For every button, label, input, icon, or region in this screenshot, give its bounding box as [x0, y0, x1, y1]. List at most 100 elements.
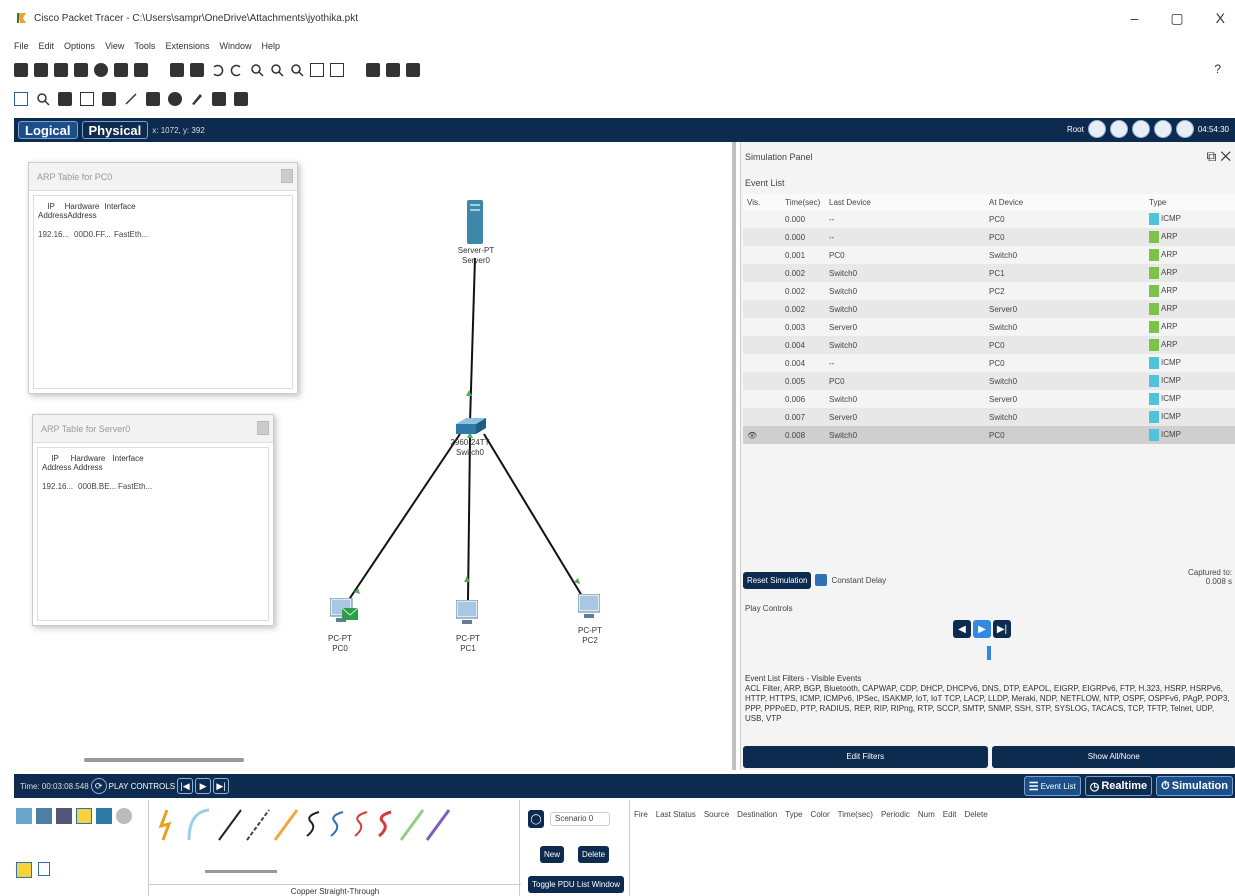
menu-window[interactable]: Window — [219, 41, 251, 51]
draw-ellipse-icon[interactable] — [168, 92, 182, 106]
capture-forward-button[interactable]: ▶| — [993, 620, 1011, 638]
inspect-icon[interactable] — [36, 92, 50, 106]
delete-scenario-button[interactable]: Delete — [578, 846, 610, 863]
event-row[interactable]: 0.007 Server0 Switch0 ICMP — [743, 408, 1235, 426]
menu-view[interactable]: View — [105, 41, 124, 51]
menu-options[interactable]: Options — [64, 41, 95, 51]
clock-icon[interactable] — [1175, 120, 1194, 138]
help-icon[interactable]: ? — [1214, 62, 1221, 76]
zoom-in-icon[interactable] — [250, 63, 264, 77]
pdu-icon[interactable] — [386, 63, 400, 77]
pc0-icon[interactable] — [330, 598, 360, 630]
navigation-icon[interactable] — [1131, 120, 1150, 138]
panel-undock-close-icon[interactable]: ⧉ ✕ — [1206, 148, 1231, 165]
logical-tab[interactable]: Logical — [18, 121, 78, 139]
drawing-palette-icon[interactable] — [310, 63, 324, 77]
arp-table-server0-window[interactable]: ARP Table for Server0 IP Address Hardwar… — [32, 414, 274, 626]
menu-tools[interactable]: Tools — [134, 41, 155, 51]
open-file-icon[interactable] — [34, 63, 48, 77]
freeform-icon[interactable] — [190, 92, 204, 106]
event-row[interactable]: 0.006 Switch0 Server0 ICMP — [743, 390, 1235, 408]
event-row[interactable]: 0.002 Switch0 Server0 ARP — [743, 300, 1235, 318]
menu-file[interactable]: File — [14, 41, 29, 51]
paste-icon[interactable] — [190, 63, 204, 77]
scenario-info-icon[interactable]: ◯ — [528, 810, 544, 828]
save-as-icon[interactable] — [74, 63, 88, 77]
col-type[interactable]: Type — [1145, 194, 1235, 210]
event-row[interactable]: 0.005 PC0 Switch0 ICMP — [743, 372, 1235, 390]
end-devices-icon[interactable] — [36, 808, 52, 824]
physical-tab[interactable]: Physical — [81, 121, 149, 139]
connections-icon[interactable] — [76, 808, 92, 824]
note-icon[interactable] — [102, 92, 116, 106]
workspace-horizontal-scrollbar[interactable] — [84, 758, 244, 762]
col-time[interactable]: Time(sec) — [781, 194, 825, 210]
bar-back-button[interactable]: |◀ — [177, 778, 194, 794]
multiuser-icon[interactable] — [116, 808, 132, 824]
save-icon[interactable] — [54, 63, 68, 77]
close-button[interactable]: X — [1216, 10, 1225, 27]
simulation-tab[interactable]: ⏱ Simulation — [1156, 776, 1233, 796]
draw-rectangle-icon[interactable] — [146, 92, 160, 106]
constant-delay-checkbox[interactable] — [815, 574, 828, 586]
activity-icon[interactable] — [134, 63, 148, 77]
arp-server0-close-button[interactable] — [257, 421, 269, 435]
print-icon[interactable] — [114, 63, 128, 77]
network-devices-icon[interactable] — [16, 808, 32, 824]
event-row[interactable]: 👁 0.008 Switch0 PC0 ICMP — [743, 426, 1235, 444]
activity-wizard-icon[interactable] — [94, 63, 108, 77]
event-row[interactable]: 0.000 -- PC0 ARP — [743, 228, 1235, 246]
event-row[interactable]: 0.001 PC0 Switch0 ARP — [743, 246, 1235, 264]
environment-icon[interactable] — [1153, 120, 1172, 138]
pc2-icon[interactable] — [578, 594, 600, 622]
event-row[interactable]: 0.002 Switch0 PC2 ARP — [743, 282, 1235, 300]
redo-icon[interactable] — [230, 63, 244, 77]
bar-play-button[interactable]: ▶ — [195, 778, 212, 794]
pc1-icon[interactable] — [456, 600, 478, 628]
event-row[interactable]: 0.004 -- PC0 ICMP — [743, 354, 1235, 372]
undo-icon[interactable] — [210, 63, 224, 77]
col-vis[interactable]: Vis. — [743, 194, 781, 210]
cable-palette[interactable] — [157, 808, 457, 842]
cluster-icon[interactable] — [366, 63, 380, 77]
fiber-subtype-icon[interactable] — [38, 862, 50, 876]
connections-subtype-icon[interactable] — [16, 862, 32, 878]
bar-forward-button[interactable]: ▶| — [213, 778, 230, 794]
server-icon[interactable] — [467, 200, 483, 244]
reset-simulation-button[interactable]: Reset Simulation — [743, 571, 812, 589]
play-button[interactable]: ▶ — [973, 620, 991, 638]
minimize-button[interactable]: – — [1131, 10, 1139, 27]
delete-icon[interactable] — [58, 92, 72, 106]
zoom-reset-icon[interactable] — [270, 63, 284, 77]
draw-line-icon[interactable] — [124, 92, 138, 106]
components-icon[interactable] — [56, 808, 72, 824]
new-file-icon[interactable] — [14, 63, 28, 77]
event-list-toggle[interactable]: ☰ Event List — [1023, 776, 1081, 796]
menu-extensions[interactable]: Extensions — [165, 41, 209, 51]
event-row[interactable]: 0.000 -- PC0 ICMP — [743, 210, 1235, 228]
viewport-icon[interactable] — [1109, 120, 1128, 138]
arp-pc0-close-button[interactable] — [281, 169, 293, 183]
play-speed-slider[interactable] — [987, 646, 991, 660]
resize-icon[interactable] — [80, 92, 94, 106]
scenario-select[interactable]: Scenario 0 — [550, 812, 610, 826]
event-row[interactable]: 0.003 Server0 Switch0 ARP — [743, 318, 1235, 336]
set-tiled-background-icon[interactable] — [1087, 120, 1106, 138]
misc-icon[interactable] — [96, 808, 112, 824]
copy-icon[interactable] — [170, 63, 184, 77]
logical-workspace[interactable]: ARP Table for PC0 IP Address Hardware Ad… — [14, 142, 736, 770]
col-last-device[interactable]: Last Device — [825, 194, 985, 210]
cable-scrollbar[interactable] — [205, 870, 277, 873]
menu-edit[interactable]: Edit — [39, 41, 55, 51]
viewport-icon[interactable] — [406, 63, 420, 77]
event-row[interactable]: 0.002 Switch0 PC1 ARP — [743, 264, 1235, 282]
zoom-out-icon[interactable] — [290, 63, 304, 77]
arp-table-pc0-window[interactable]: ARP Table for PC0 IP Address Hardware Ad… — [28, 162, 298, 394]
edit-filters-button[interactable]: Edit Filters — [743, 746, 988, 768]
new-scenario-button[interactable]: New — [540, 846, 565, 863]
add-complex-pdu-icon[interactable] — [234, 92, 248, 106]
back-button[interactable]: ◀ — [953, 620, 971, 638]
maximize-button[interactable]: ▢ — [1170, 10, 1183, 27]
add-simple-pdu-icon[interactable] — [212, 92, 226, 106]
select-icon[interactable] — [14, 92, 28, 106]
